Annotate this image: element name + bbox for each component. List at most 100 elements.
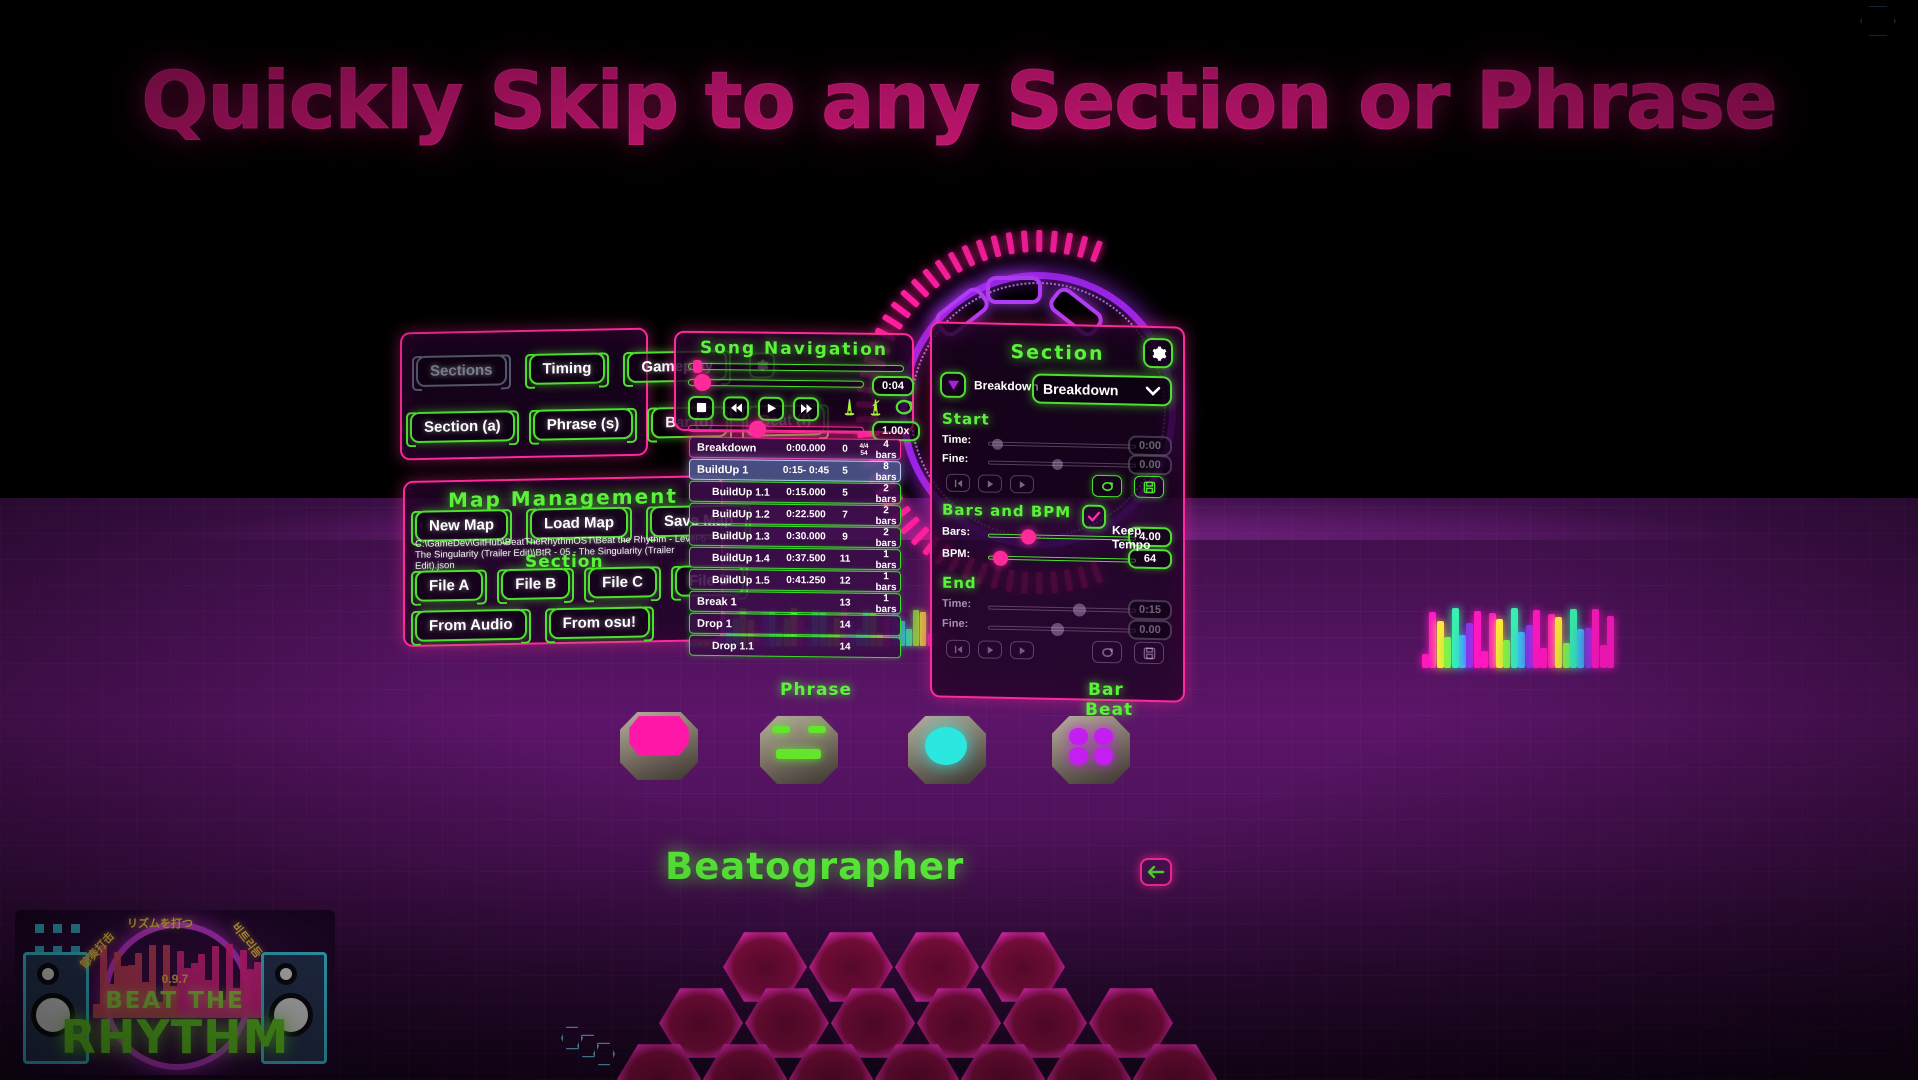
step-forward-icon[interactable]: [978, 474, 1002, 493]
section-list-row[interactable]: Drop 1 14: [689, 612, 901, 637]
section-list-row[interactable]: BuildUp 1.1 0:15.000 5 2 bars: [689, 480, 901, 505]
section-list-row[interactable]: Break 1 13 1 bars: [689, 590, 901, 615]
logo-title-main: RHYTHM: [60, 1010, 290, 1064]
section-row-index: 13: [839, 597, 851, 609]
section-row-index: 14: [839, 619, 851, 631]
section-list-row[interactable]: BuildUp 1.4 0:37.500 11 1 bars: [689, 546, 901, 571]
phrase-pad[interactable]: [760, 716, 838, 784]
keep-tempo-checkbox[interactable]: [1082, 504, 1106, 530]
end-skip-start-icon[interactable]: [946, 639, 970, 659]
play-small-icon[interactable]: [1010, 475, 1034, 494]
play-button[interactable]: [758, 396, 784, 421]
logo-particle: [35, 924, 44, 933]
triangle-down-icon[interactable]: [940, 371, 966, 399]
ring-tick: [1063, 232, 1074, 256]
tools-panel: Sections Timing Gameplay Section (a) Phr…: [400, 327, 826, 461]
start-fine-value[interactable]: 0.00: [1128, 454, 1172, 476]
ring-tick: [899, 515, 921, 535]
section-chip-label: Breakdown: [974, 378, 1039, 394]
page-title: Quickly Skip to any Section or Phrase: [141, 55, 1779, 148]
section-row-time: [778, 602, 834, 603]
song-scrub-slider[interactable]: [688, 373, 864, 392]
bpm-slider[interactable]: [988, 550, 1136, 566]
tab-sections[interactable]: Sections: [416, 354, 507, 388]
waveform-bar: [1451, 608, 1459, 668]
logo-particle: [71, 924, 80, 933]
section-list-row[interactable]: BuildUp 1.5 0:41.250 12 1 bars: [689, 568, 901, 593]
section-row-time: 0:37.500: [786, 552, 826, 565]
ring-tick: [934, 259, 952, 281]
waveform-bar: [1547, 614, 1555, 668]
hex-platform: [555, 930, 1217, 1080]
section-row-name: BuildUp 1.3: [712, 529, 770, 543]
waveform-bar: [1599, 645, 1607, 668]
keep-tempo-label: Keep Tempo: [1112, 523, 1151, 552]
start-fine-label: Fine:: [942, 452, 969, 466]
waveform-bar: [1540, 648, 1548, 668]
section-row-name: Drop 1: [697, 617, 732, 630]
loop-icon[interactable]: [893, 398, 915, 421]
metronome-muted-icon[interactable]: [867, 397, 884, 422]
end-save-icon[interactable]: [1134, 641, 1164, 665]
save-icon[interactable]: [1134, 475, 1164, 499]
section-row-index: 14: [839, 641, 851, 653]
fast-forward-button[interactable]: [793, 396, 819, 421]
metronome-icon[interactable]: [841, 396, 858, 421]
section-list-row[interactable]: Drop 1.1 14: [689, 634, 901, 659]
ring-tick: [975, 239, 989, 262]
waveform-bar: [1510, 608, 1518, 668]
end-reset-icon[interactable]: [1092, 640, 1122, 664]
section-pad[interactable]: [620, 712, 698, 780]
bar-pad[interactable]: [908, 716, 986, 784]
back-arrow-icon[interactable]: [1140, 858, 1172, 886]
waveform-bar: [1518, 632, 1526, 668]
file-b-button[interactable]: File B: [501, 567, 571, 601]
start-time-value[interactable]: 0:00: [1128, 435, 1172, 457]
end-time-slider[interactable]: [988, 603, 1136, 617]
waveform-visualizer: [1422, 598, 1622, 668]
waveform-bar: [1481, 651, 1489, 668]
end-play-small-icon[interactable]: [1010, 641, 1034, 660]
end-fine-slider[interactable]: [988, 622, 1136, 637]
start-time-slider[interactable]: [988, 438, 1136, 450]
beat-pad[interactable]: [1052, 716, 1130, 784]
section-list-row[interactable]: Breakdown 0:00.000 0 4/4 54 4 bars: [689, 436, 901, 461]
song-progress-slider[interactable]: [688, 359, 904, 374]
tab-timing[interactable]: Timing: [528, 352, 606, 385]
section-detail-panel: Section Breakdown Breakdown Start Time: …: [930, 321, 1185, 703]
section-dropdown[interactable]: Breakdown: [1032, 373, 1172, 407]
end-fine-value[interactable]: 0.00: [1128, 619, 1172, 641]
section-list-row[interactable]: BuildUp 1.3 0:30.000 9 2 bars: [689, 524, 901, 549]
section-list[interactable]: Breakdown 0:00.000 0 4/4 54 4 bars BuildUp 1 0:…: [689, 436, 901, 660]
waveform-bar: [1592, 608, 1600, 668]
section-row-name: BuildUp 1.5: [712, 573, 770, 587]
section-row-index: 5: [842, 465, 848, 477]
waveform-bar: [1570, 608, 1577, 668]
section-pad-label: Section: [525, 552, 604, 572]
granularity-phrase-button[interactable]: Phrase (s): [532, 407, 634, 441]
section-row-bars: 2 bars: [875, 482, 897, 505]
stop-button[interactable]: [688, 395, 714, 420]
logo-particle: [71, 946, 80, 955]
waveform-bar: [1584, 627, 1592, 668]
gear-icon[interactable]: [1143, 337, 1173, 369]
start-fine-slider[interactable]: [988, 458, 1136, 471]
granularity-section-button[interactable]: Section (a): [410, 410, 515, 444]
reset-icon[interactable]: [1092, 474, 1122, 498]
section-list-row[interactable]: BuildUp 1 0:15- 0:45 5 8 bars: [689, 458, 901, 483]
section-dropdown-value: Breakdown: [1043, 380, 1119, 399]
from-osu-button[interactable]: From osu!: [548, 606, 650, 640]
rewind-button[interactable]: [723, 395, 749, 421]
from-audio-button[interactable]: From Audio: [415, 608, 527, 642]
skip-start-icon[interactable]: [946, 473, 970, 493]
bars-label: Bars:: [942, 525, 971, 539]
waveform-bar: [1473, 610, 1481, 668]
section-row-name: BuildUp 1: [697, 463, 749, 476]
end-step-forward-icon[interactable]: [978, 640, 1002, 659]
section-list-row[interactable]: BuildUp 1.2 0:22.500 7 2 bars: [689, 502, 901, 527]
waveform-bar: [1422, 654, 1429, 668]
section-row-name: Break 1: [697, 595, 737, 608]
file-a-button[interactable]: File A: [415, 569, 484, 602]
ring-tick: [961, 244, 976, 268]
end-time-value[interactable]: 0:15: [1128, 599, 1172, 621]
